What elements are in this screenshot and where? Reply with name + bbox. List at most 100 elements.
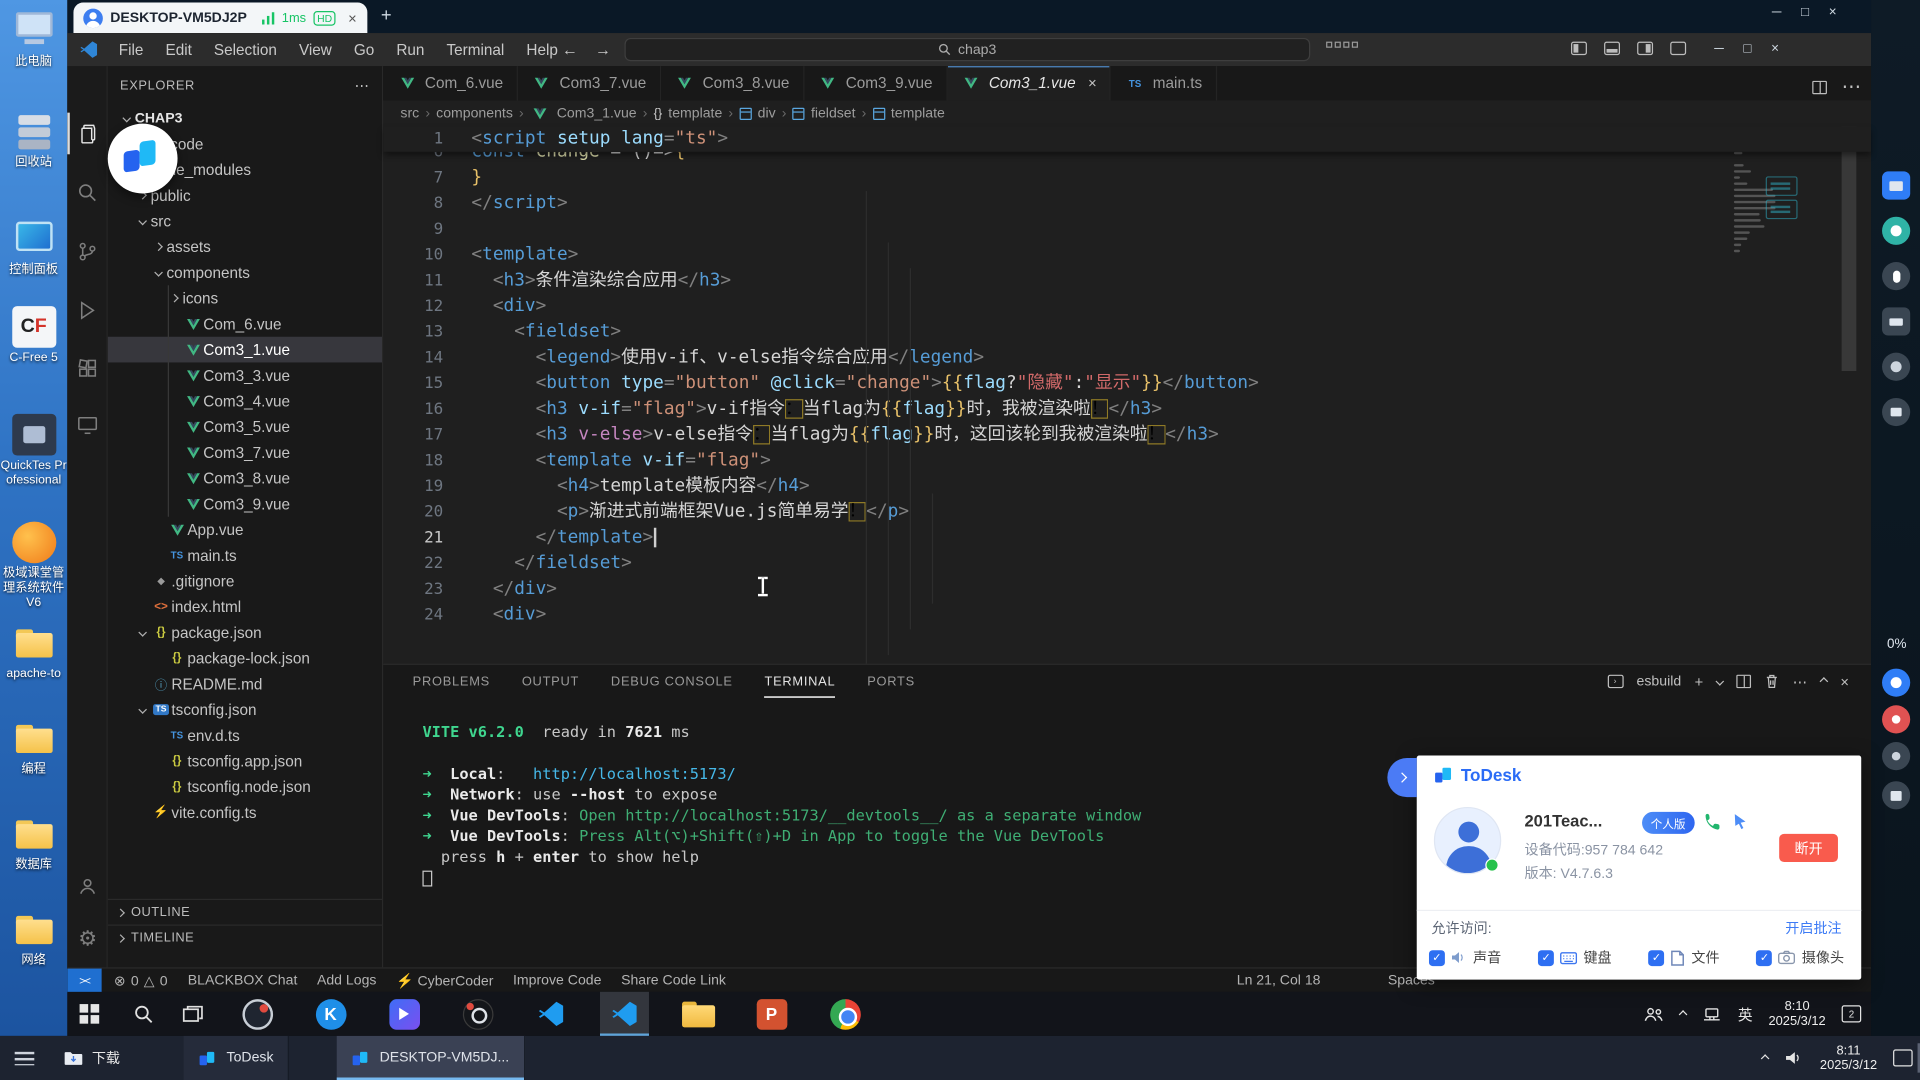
editor-tab-Com3_1.vue[interactable]: Com3_1.vue × bbox=[947, 66, 1112, 101]
menu-view[interactable]: View bbox=[288, 41, 343, 58]
status-item-blackbox-chat[interactable]: BLACKBOX Chat bbox=[188, 973, 298, 988]
explorer-more-icon[interactable]: ⋯ bbox=[354, 77, 369, 94]
editor-tab-Com3_8.vue[interactable]: Com3_8.vue bbox=[660, 66, 805, 101]
profile-grid-icon[interactable] bbox=[1326, 41, 1358, 48]
terminal-dropdown-icon[interactable] bbox=[1715, 677, 1725, 686]
side-toolbar-icon-6[interactable] bbox=[1882, 397, 1911, 427]
explorer-item-package-lock.json[interactable]: {} package-lock.json bbox=[108, 645, 382, 671]
host-menu-icon[interactable] bbox=[14, 1051, 35, 1070]
explorer-item-App.vue[interactable]: App.vue bbox=[108, 517, 382, 543]
taskbar-app-chrome[interactable] bbox=[820, 992, 869, 1036]
breadcrumb-item[interactable]: template bbox=[668, 106, 722, 121]
side-toolbar-icon-7[interactable] bbox=[1882, 668, 1911, 697]
menu-help[interactable]: Help bbox=[515, 41, 569, 58]
explorer-item-tsconfig.json[interactable]: TS tsconfig.json bbox=[108, 697, 382, 723]
session-tab[interactable]: DESKTOP-VM5DJ2P 1ms HD × bbox=[73, 2, 368, 34]
taskbar-app-vscode-active[interactable] bbox=[600, 991, 649, 1036]
desktop-icon-QuickTes Professional[interactable]: QuickTes Professional bbox=[0, 413, 67, 489]
taskbar-app-pinned-app-k[interactable]: K bbox=[306, 992, 355, 1036]
breadcrumb-item[interactable]: components bbox=[436, 106, 513, 121]
side-toolbar-icon-9[interactable] bbox=[1882, 742, 1911, 771]
panel-tab-output[interactable]: OUTPUT bbox=[522, 665, 579, 698]
control-pointer-icon[interactable] bbox=[1733, 813, 1750, 830]
extensions-icon[interactable] bbox=[67, 348, 107, 390]
new-session-button[interactable]: + bbox=[381, 5, 392, 26]
settings-gear-icon[interactable]: ⚙ bbox=[67, 918, 107, 960]
line-col-indicator[interactable]: Ln 21, Col 18 bbox=[1237, 973, 1321, 988]
explorer-icon[interactable] bbox=[67, 112, 107, 155]
editor-tab-Com3_9.vue[interactable]: Com3_9.vue bbox=[804, 66, 948, 101]
explorer-item-env.d.ts[interactable]: TS env.d.ts bbox=[108, 722, 382, 748]
editor-tab-Com3_7.vue[interactable]: Com3_7.vue bbox=[517, 66, 661, 101]
menu-run[interactable]: Run bbox=[385, 41, 435, 58]
status-item-share-code-link[interactable]: Share Code Link bbox=[621, 973, 726, 988]
explorer-item-vite.config.ts[interactable]: ⚡ vite.config.ts bbox=[108, 800, 382, 826]
search-sidebar-icon[interactable] bbox=[67, 171, 107, 213]
desktop-icon-编程[interactable]: 编程 bbox=[0, 718, 67, 778]
side-toolbar-icon-3[interactable] bbox=[1882, 262, 1911, 291]
explorer-item-Com3_4.vue[interactable]: Com3_4.vue bbox=[108, 388, 382, 414]
panel-tab-debug-console[interactable]: DEBUG CONSOLE bbox=[611, 665, 733, 698]
close-panel-icon[interactable]: × bbox=[1840, 673, 1849, 690]
toggle-secondary-sidebar-icon[interactable] bbox=[1637, 41, 1654, 56]
panel-tab-problems[interactable]: PROBLEMS bbox=[413, 665, 490, 698]
explorer-item-tsconfig.app.json[interactable]: {} tsconfig.app.json bbox=[108, 748, 382, 774]
volume-icon[interactable] bbox=[1784, 1049, 1804, 1066]
account-icon[interactable] bbox=[67, 864, 107, 906]
explorer-item-main.ts[interactable]: TS main.ts bbox=[108, 542, 382, 568]
explorer-item-icons[interactable]: icons bbox=[108, 285, 382, 311]
panel-tab-terminal[interactable]: TERMINAL bbox=[764, 665, 835, 698]
desktop-icon-数据库[interactable]: 数据库 bbox=[0, 813, 67, 873]
explorer-item-Com3_3.vue[interactable]: Com3_3.vue bbox=[108, 362, 382, 388]
network-icon[interactable] bbox=[1702, 1005, 1722, 1022]
checkbox-checked[interactable]: ✓ bbox=[1538, 949, 1555, 966]
breadcrumb[interactable]: src › components › Com3_1.vue › {} template › div… bbox=[400, 100, 944, 126]
host-pinned-download[interactable]: 下载 bbox=[64, 1036, 120, 1080]
explorer-item-Com_6.vue[interactable]: Com_6.vue bbox=[108, 311, 382, 337]
checkbox-checked[interactable]: ✓ bbox=[1428, 949, 1445, 966]
side-toolbar-icon-5[interactable] bbox=[1882, 352, 1911, 381]
taskbar-search-icon[interactable] bbox=[126, 997, 160, 1031]
vscode-minimize-button[interactable]: ─ bbox=[1714, 42, 1724, 57]
new-terminal-icon[interactable]: + bbox=[1695, 673, 1704, 690]
permission-文件[interactable]: ✓ 文件 bbox=[1648, 948, 1720, 968]
host-clock[interactable]: 8:11 2025/3/12 bbox=[1820, 1043, 1877, 1072]
status-item-improve-code[interactable]: Improve Code bbox=[513, 973, 601, 988]
task-view-icon[interactable] bbox=[175, 997, 209, 1031]
todesk-close-button[interactable]: × bbox=[1829, 5, 1837, 20]
taskbar-app-pinned-app-dark[interactable] bbox=[233, 992, 282, 1036]
todesk-minimize-button[interactable]: ─ bbox=[1772, 5, 1782, 20]
explorer-item-README.md[interactable]: ⓘ README.md bbox=[108, 671, 382, 697]
people-icon[interactable] bbox=[1644, 1005, 1665, 1023]
panel-more-icon[interactable]: ⋯ bbox=[1793, 673, 1808, 690]
disconnect-button[interactable]: 断开 bbox=[1779, 833, 1838, 863]
desktop-icon-此电脑[interactable]: 此电脑 bbox=[0, 10, 67, 70]
section-outline[interactable]: OUTLINE bbox=[107, 898, 383, 925]
breadcrumb-item[interactable]: Com3_1.vue bbox=[557, 106, 637, 121]
terminal-instance-label[interactable]: esbuild bbox=[1637, 674, 1682, 689]
explorer-item-Com3_7.vue[interactable]: Com3_7.vue bbox=[108, 440, 382, 466]
explorer-item-components[interactable]: components bbox=[108, 260, 382, 286]
split-terminal-icon[interactable] bbox=[1736, 674, 1752, 689]
side-toolbar-icon-10[interactable] bbox=[1882, 781, 1911, 810]
split-editor-icon[interactable] bbox=[1812, 80, 1827, 94]
host-window-DESKTOP-VM5DJ...[interactable]: DESKTOP-VM5DJ... bbox=[336, 1035, 526, 1080]
editor-scrollbar[interactable] bbox=[1841, 126, 1857, 372]
desktop-icon-网络[interactable]: 网络 bbox=[0, 909, 67, 969]
desktop-icon-C-Free 5[interactable]: C F C-Free 5 bbox=[0, 306, 67, 366]
run-debug-icon[interactable] bbox=[67, 289, 107, 331]
action-center-icon[interactable]: 2 bbox=[1841, 1005, 1862, 1023]
permission-键盘[interactable]: ✓ 键盘 bbox=[1538, 948, 1612, 968]
menu-go[interactable]: Go bbox=[343, 41, 385, 58]
side-toolbar-icon-1[interactable] bbox=[1882, 171, 1911, 200]
breadcrumb-item[interactable]: src bbox=[400, 106, 419, 121]
taskbar-app-pinned-app-meeting[interactable] bbox=[380, 992, 429, 1036]
source-control-icon[interactable] bbox=[67, 230, 107, 272]
explorer-item-src[interactable]: src bbox=[108, 208, 382, 234]
desktop-icon-控制面板[interactable]: 控制面板 bbox=[0, 218, 67, 278]
toggle-sidebar-icon[interactable] bbox=[1571, 41, 1587, 56]
toggle-panel-icon[interactable] bbox=[1604, 41, 1620, 56]
host-action-center-icon[interactable] bbox=[1893, 1049, 1913, 1067]
host-window-ToDesk[interactable]: ToDesk bbox=[183, 1035, 290, 1080]
terminal-output[interactable]: VITE v6.2.0 ready in 7621 ms ➜ Local: ht… bbox=[422, 721, 1141, 888]
